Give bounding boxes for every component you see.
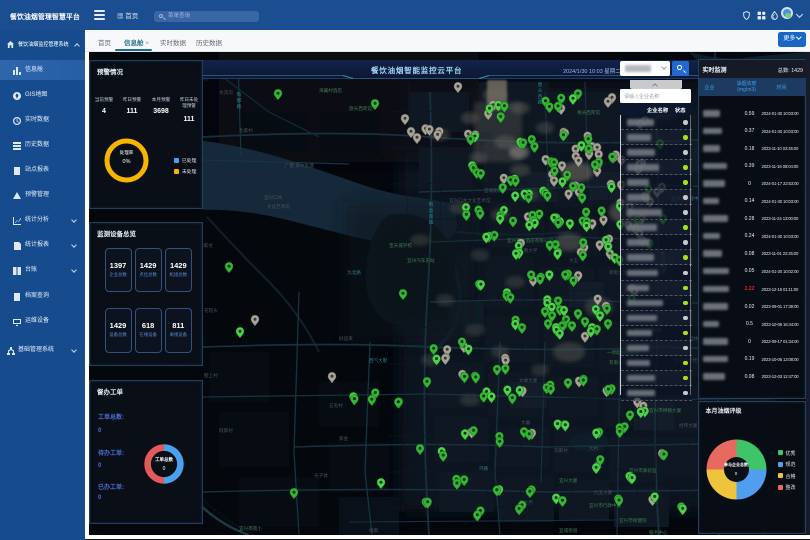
svg-text:旗头西宾馆: 旗头西宾馆 <box>349 105 372 112</box>
svg-text:经伟大厦: 经伟大厦 <box>679 422 698 429</box>
svg-text:宝天城学校: 宝天城学校 <box>389 242 412 249</box>
svg-text:紫金: 紫金 <box>339 435 349 441</box>
svg-text:毛家村: 毛家村 <box>239 127 253 133</box>
svg-text:西气大墅: 西气大墅 <box>369 357 388 364</box>
svg-text:梅家: 梅家 <box>369 527 379 534</box>
svg-text:大屠: 大屠 <box>521 419 531 426</box>
svg-text:河路: 河路 <box>479 465 489 472</box>
svg-text:假家村: 假家村 <box>219 427 233 434</box>
svg-text:宜兴市保健院: 宜兴市保健院 <box>619 517 647 524</box>
svg-text:宜兴口木文化艺术馆: 宜兴口木文化艺术馆 <box>449 197 491 204</box>
svg-text:海翼村酒店: 海翼村酒店 <box>319 87 342 94</box>
svg-text:文化艺术馆: 文化艺术馆 <box>267 203 290 210</box>
svg-text:服务中心: 服务中心 <box>649 529 668 535</box>
svg-text:氿北路: 氿北路 <box>347 269 361 276</box>
svg-text:宜兴口木: 宜兴口木 <box>264 194 283 201</box>
svg-text:花院头: 花院头 <box>204 307 218 314</box>
svg-text:水流沟: 水流沟 <box>219 89 233 96</box>
svg-text:紫竹酒店: 紫竹酒店 <box>499 142 518 149</box>
svg-text:大村: 大村 <box>589 445 599 452</box>
svg-text:五毛村: 五毛村 <box>329 402 343 408</box>
svg-text:陶都路: 陶都路 <box>236 91 241 110</box>
svg-text:九五大厦: 九五大厦 <box>594 489 613 496</box>
svg-text:宜兴南苑小: 宜兴南苑小 <box>239 525 262 532</box>
svg-text:宜兴市紫砂监: 宜兴市紫砂监 <box>629 467 657 474</box>
svg-text:宜州汽车东站: 宜州汽车东站 <box>407 257 435 264</box>
svg-text:广墅 荣水生塘: 广墅 荣水生塘 <box>285 162 314 169</box>
svg-text:格头西宾馆: 格头西宾馆 <box>577 109 600 116</box>
svg-text:天子敦: 天子敦 <box>314 472 328 479</box>
svg-text:春头西路: 春头西路 <box>537 81 542 105</box>
svg-text:宜兴市供销大厦: 宜兴市供销大厦 <box>649 407 682 414</box>
svg-text:刘家村: 刘家村 <box>554 447 568 453</box>
svg-text:墅上村: 墅上村 <box>204 372 218 378</box>
svg-text:好运来: 好运来 <box>339 335 353 342</box>
svg-text:宜城街道: 宜城街道 <box>559 527 578 534</box>
svg-text:荆邑南路: 荆邑南路 <box>428 201 433 225</box>
svg-text:宜兴大厦: 宜兴大厦 <box>559 477 578 484</box>
svg-text:大王: 大王 <box>569 257 579 264</box>
svg-text:文峰大厦: 文峰大厦 <box>519 377 538 384</box>
